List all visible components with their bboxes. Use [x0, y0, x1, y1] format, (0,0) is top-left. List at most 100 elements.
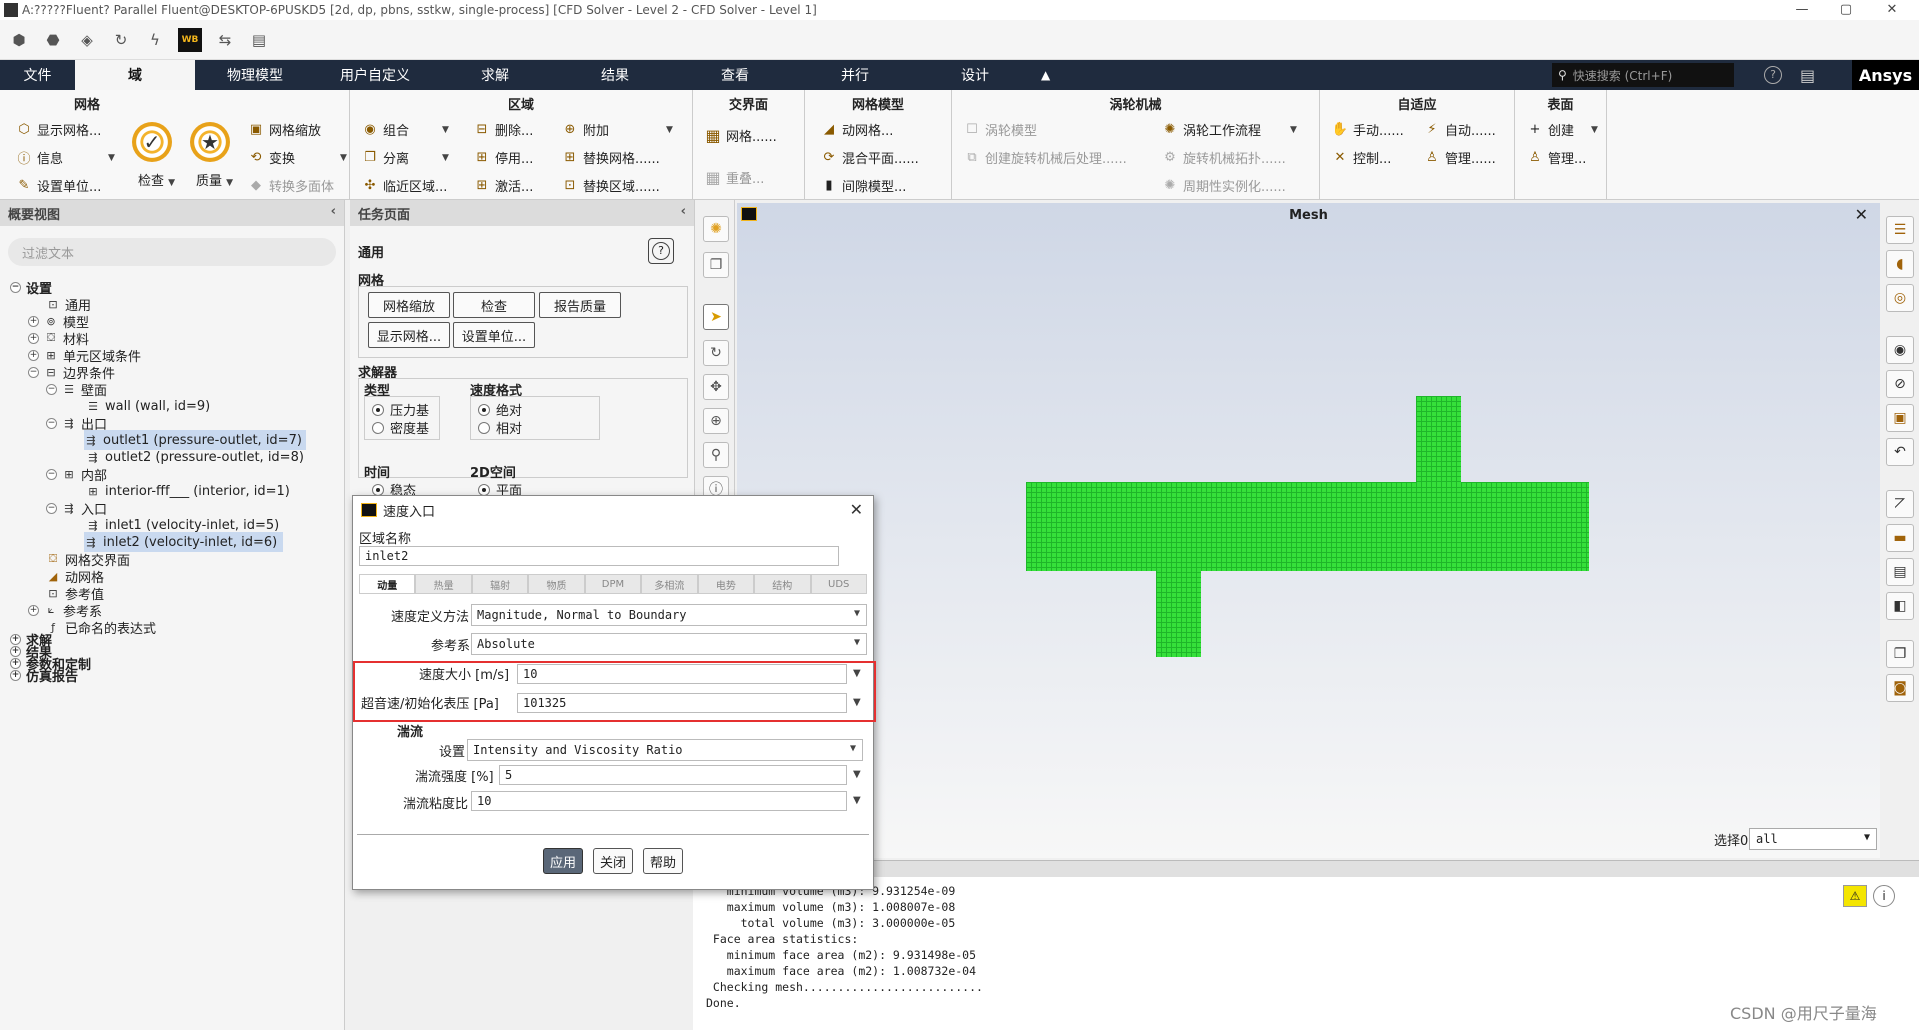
separate-button[interactable]: ❐ 分离 ▼ [362, 148, 449, 167]
close-graphics-icon[interactable]: ✕ [1855, 205, 1868, 224]
tab-uds[interactable]: UDS [810, 574, 867, 594]
tab-view[interactable]: 查看 [675, 60, 795, 90]
expand-icon[interactable]: + [28, 332, 39, 344]
dynamic-mesh-button[interactable]: ◢ 动网格... [821, 120, 893, 139]
tab-radiation[interactable]: 辐射 [471, 574, 529, 594]
expand-icon[interactable]: + [28, 349, 39, 361]
collapse-panel-icon[interactable]: ‹ [331, 204, 336, 219]
camera-icon[interactable]: ◙ [1886, 674, 1914, 702]
quality-button[interactable]: 质量 ▼ [196, 170, 233, 189]
close-dialog-icon[interactable]: ✕ [850, 500, 863, 519]
intensity-field[interactable]: 5 [499, 765, 847, 785]
tab-potential[interactable]: 电势 [697, 574, 755, 594]
collapse-icon[interactable]: − [46, 383, 57, 395]
cube-icon[interactable]: ◈ [76, 29, 98, 51]
view-iso-icon[interactable]: ◎ [1886, 284, 1914, 312]
pointer-icon[interactable]: ➤ [703, 304, 729, 330]
collapse-icon[interactable]: − [10, 281, 21, 293]
expand-icon[interactable]: + [10, 657, 21, 669]
display-mesh-button[interactable]: 显示网格... [368, 322, 450, 348]
tab-domain[interactable]: 域 [75, 60, 195, 90]
info-button[interactable]: ⓘ 信息 ▼ [16, 148, 114, 167]
collapse-icon[interactable]: − [46, 417, 57, 429]
tab-file[interactable]: 文件 [0, 60, 75, 90]
rotate-icon[interactable]: ↻ [703, 340, 729, 366]
collapse-panel-icon[interactable]: ‹ [681, 204, 686, 219]
tab-design[interactable]: 设计 [915, 60, 1035, 90]
replace-mesh-button[interactable]: ⊞ 替换网格...... [562, 148, 660, 167]
adjacency-button[interactable]: ✣ 临近区域... [362, 176, 448, 195]
tab-solve[interactable]: 求解 [435, 60, 555, 90]
info-icon[interactable]: i [1873, 885, 1895, 907]
help-icon[interactable]: ? [1764, 66, 1782, 84]
create-turbo-post-button[interactable]: ⧉ 创建旋转机械后处理...... [964, 148, 1126, 167]
pressure-field[interactable]: 101325 [517, 693, 847, 713]
help-button[interactable]: ? [648, 238, 674, 264]
check-button[interactable]: 检查 [453, 292, 535, 318]
mesh-view-icon[interactable]: ✺ [703, 216, 729, 242]
interface-mesh-button[interactable]: ▦ 网格...... [705, 126, 776, 145]
pan-icon[interactable]: ✥ [703, 374, 729, 400]
help-button[interactable]: 帮助 [643, 848, 683, 874]
zoom-icon[interactable]: ⊕ [703, 408, 729, 434]
tab-species[interactable]: 物质 [528, 574, 585, 594]
polyhedra-button[interactable]: ◆ 转换多面体 [248, 176, 334, 195]
adapt-control-button[interactable]: ✕ 控制... [1332, 148, 1392, 167]
tab-results[interactable]: 结果 [555, 60, 675, 90]
deactivate-button[interactable]: ⊞ 停用... [474, 148, 534, 167]
warning-icon[interactable]: ⚠ [1843, 885, 1867, 907]
refresh-icon[interactable]: ↻ [110, 29, 132, 51]
tree-interior[interactable]: ⊞ interior-fff___ (interior, id=1) [86, 481, 289, 501]
pressure-based-radio[interactable]: 压力基 [372, 400, 429, 419]
expand-icon[interactable]: + [28, 315, 39, 327]
delete-button[interactable]: ⊟ 删除... [474, 120, 534, 139]
turbo-model-checkbox[interactable]: ☐ 涡轮模型 [964, 120, 1037, 139]
turbo-workflow-button[interactable]: ✺ 涡轮工作流程 ▼ [1162, 120, 1297, 139]
transfer-icon[interactable]: ⇆ [214, 29, 236, 51]
create-surface-button[interactable]: + 创建 ▼ [1527, 120, 1598, 139]
density-based-radio[interactable]: 密度基 [372, 418, 429, 437]
manual-adapt-button[interactable]: ✋ 手动...... [1332, 120, 1404, 139]
mixing-plane-button[interactable]: ⟳ 混合平面...... [821, 148, 919, 167]
gap-model-button[interactable]: ▮ 间隙模型... [821, 176, 906, 195]
overlap-button[interactable]: ▦ 重叠... [705, 168, 764, 187]
tree-report[interactable]: + 仿真报告 [10, 668, 78, 685]
replace-zone-button[interactable]: ⊡ 替换区域...... [562, 176, 660, 195]
copy-icon[interactable]: ❐ [1886, 640, 1914, 668]
quality-icon[interactable]: ★ [190, 122, 230, 162]
viscosity-options-icon[interactable]: ▼ [853, 795, 861, 806]
surface-select[interactable]: all ▼ [1749, 828, 1877, 850]
workbench-icon[interactable]: WB [178, 27, 202, 52]
scale-button[interactable]: 网格缩放 [368, 292, 450, 318]
collapse-icon[interactable]: − [46, 468, 57, 480]
velocity-options-icon[interactable]: ▼ [853, 668, 861, 679]
collapse-icon[interactable]: − [28, 366, 39, 378]
absolute-radio[interactable]: 绝对 [478, 400, 522, 419]
eye-icon[interactable]: ◉ [1886, 336, 1914, 364]
set-units-button[interactable]: 设置单位... [453, 322, 535, 348]
restore-icon[interactable]: ▢ [1826, 0, 1866, 20]
spec-method-select[interactable]: Magnitude, Normal to Boundary ▼ [471, 604, 867, 626]
axes-icon[interactable]: ⦢ [1886, 490, 1914, 518]
view-top-icon[interactable]: ☰ [1886, 216, 1914, 244]
check-icon[interactable]: ✓ [132, 122, 172, 162]
tab-user-defined[interactable]: 用户自定义 [315, 60, 435, 90]
check-button[interactable]: 检查 ▼ [138, 170, 175, 189]
tab-thermal[interactable]: 热量 [415, 574, 472, 594]
quick-search[interactable]: ⚲ 快速搜索 (Ctrl+F) [1552, 63, 1734, 87]
periodic-button[interactable]: ✺ 周期性实例化...... [1162, 176, 1286, 195]
scale-button[interactable]: ▣ 网格缩放 [248, 120, 321, 139]
undo-view-icon[interactable]: ↶ [1886, 438, 1914, 466]
mode-icon[interactable]: ▤ [248, 29, 270, 51]
transform-button[interactable]: ⟲ 变换 ▼ [248, 148, 347, 167]
turbo-topology-button[interactable]: ⚙ 旋转机械拓扑...... [1162, 148, 1286, 167]
tab-physics[interactable]: 物理模型 [195, 60, 315, 90]
expand-icon[interactable]: + [10, 633, 21, 645]
relative-radio[interactable]: 相对 [478, 418, 522, 437]
eye-hide-icon[interactable]: ⊘ [1886, 370, 1914, 398]
copy-view-icon[interactable]: ❐ [703, 252, 729, 278]
close-window-icon[interactable]: ✕ [1872, 0, 1912, 20]
collapse-icon[interactable]: − [46, 502, 57, 514]
close-button[interactable]: 关闭 [593, 848, 633, 874]
zone-name-field[interactable]: inlet2 [359, 546, 839, 566]
